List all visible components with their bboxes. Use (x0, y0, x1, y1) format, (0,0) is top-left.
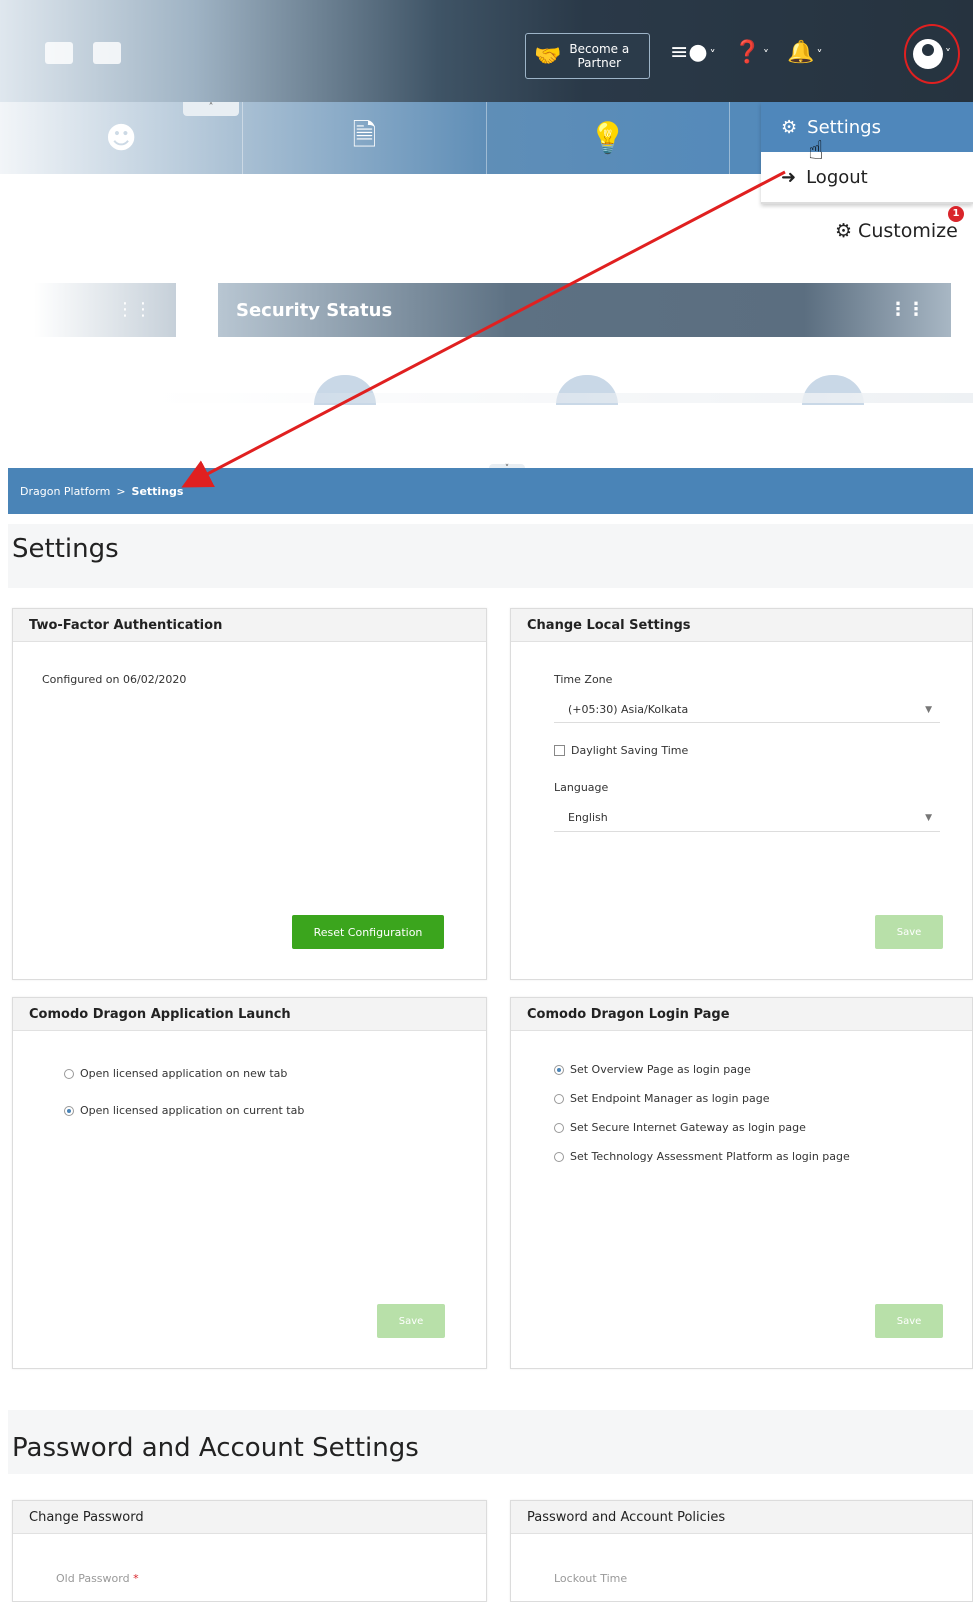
breadcrumb: Dragon Platform > Settings (8, 468, 973, 514)
required-mark: * (133, 1572, 139, 1585)
radio-button[interactable] (554, 1093, 564, 1104)
header-left-icons (45, 42, 121, 64)
dst-row: Daylight Saving Time (554, 744, 688, 757)
partner-line2: Partner (577, 56, 622, 70)
dst-checkbox[interactable] (554, 745, 565, 756)
chevron-down-icon: ˅ (945, 47, 951, 61)
gears-icon: ⚙ (835, 220, 853, 242)
security-status-widget: Security Status ⋮⋮ (218, 283, 951, 337)
dst-label: Daylight Saving Time (571, 744, 689, 757)
logout-icon: ➜ (781, 166, 797, 188)
title-band (8, 524, 973, 588)
radio-label: Set Technology Assessment Platform as lo… (570, 1150, 850, 1163)
page-title: Settings (12, 534, 119, 564)
breadcrumb-separator: > (116, 484, 126, 498)
user-menu-toggle[interactable]: ˅ (904, 24, 960, 84)
user-dropdown-menu: ⚙ Settings ➜ Logout (761, 102, 973, 204)
panel-title: Change Local Settings (511, 609, 972, 642)
radio-current-tab[interactable]: Open licensed application on current tab (64, 1104, 304, 1117)
caret-down-icon: ▼ (925, 812, 932, 823)
two-factor-panel: Two-Factor Authentication Configured on … (12, 608, 487, 980)
panel-title: Change Password (13, 1501, 486, 1534)
radio-secure-internet-gateway[interactable]: Set Secure Internet Gateway as login pag… (554, 1121, 806, 1134)
app-launch-panel: Comodo Dragon Application Launch Open li… (12, 997, 487, 1369)
timezone-select[interactable]: (+05:30) Asia/Kolkata ▼ (554, 697, 940, 723)
language-label: Language (554, 781, 609, 794)
save-login-page-button[interactable]: Save (875, 1304, 943, 1338)
partner-line1: Become a (569, 42, 630, 56)
radio-label: Set Secure Internet Gateway as login pag… (570, 1121, 806, 1134)
security-status-title: Security Status (236, 299, 393, 321)
timezone-label: Time Zone (554, 673, 613, 686)
save-local-settings-button[interactable]: Save (875, 915, 943, 949)
radio-label: Open licensed application on current tab (80, 1104, 305, 1117)
section-title: Password and Account Settings (12, 1433, 419, 1463)
breadcrumb-root[interactable]: Dragon Platform (20, 485, 110, 498)
login-page-panel: Comodo Dragon Login Page Set Overview Pa… (510, 997, 973, 1369)
two-factor-status: Configured on 06/02/2020 (42, 673, 187, 686)
file-download-icon[interactable]: 🗎 (243, 102, 487, 174)
drag-handle-icon[interactable]: ⋮⋮ (889, 299, 925, 320)
caret-down-icon: ▼ (925, 704, 932, 715)
list-clock-icon[interactable]: ≡● ˅ (670, 40, 716, 65)
panel-title: Comodo Dragon Login Page (511, 998, 972, 1031)
briefcase-icon[interactable] (93, 42, 121, 64)
change-password-panel: Change Password Old Password * (12, 1500, 487, 1602)
notification-badge: 1 (948, 206, 964, 222)
cart-icon[interactable] (45, 42, 73, 64)
radio-technology-assessment[interactable]: Set Technology Assessment Platform as lo… (554, 1150, 850, 1163)
menu-item-logout[interactable]: ➜ Logout (761, 152, 973, 204)
reset-configuration-button[interactable]: Reset Configuration (292, 915, 444, 949)
account-policies-panel: Password and Account Policies Lockout Ti… (510, 1500, 973, 1602)
lightbulb-icon[interactable]: 💡 (487, 102, 730, 174)
user-avatar-icon (913, 39, 943, 69)
top-header: 🤝 Become a Partner ≡● ˅ ❓ ˅ 🔔 ˅ ˅ (0, 0, 973, 102)
radio-label: Open licensed application on new tab (80, 1067, 288, 1080)
radio-endpoint-manager[interactable]: Set Endpoint Manager as login page (554, 1092, 769, 1105)
local-settings-panel: Change Local Settings Time Zone (+05:30)… (510, 608, 973, 980)
menu-item-settings[interactable]: ⚙ Settings (761, 102, 973, 152)
old-password-text: Old Password (56, 1572, 130, 1585)
breadcrumb-current: Settings (131, 484, 184, 498)
customize-label: Customize (858, 220, 958, 242)
widget-left: ⋮⋮ (34, 283, 176, 337)
radio-new-tab[interactable]: Open licensed application on new tab (64, 1067, 287, 1080)
lockout-time-label: Lockout Time (554, 1572, 628, 1585)
hand-cursor-icon: ☝ (808, 136, 824, 166)
radio-button[interactable] (64, 1068, 74, 1079)
panel-title: Two-Factor Authentication (13, 609, 486, 642)
bell-icon[interactable]: 🔔 ˅ (787, 40, 822, 65)
radio-button-selected[interactable] (554, 1064, 564, 1075)
menu-logout-label: Logout (806, 166, 868, 188)
menu-settings-label: Settings (807, 116, 881, 138)
timezone-value: (+05:30) Asia/Kolkata (568, 703, 689, 716)
customize-button[interactable]: ⚙ Customize (835, 220, 958, 242)
radio-button-selected[interactable] (64, 1105, 74, 1116)
collapse-handle[interactable]: ˄ (183, 102, 239, 116)
handshake-icon: 🤝 (534, 43, 562, 69)
become-partner-button[interactable]: 🤝 Become a Partner (525, 33, 650, 79)
radio-button[interactable] (554, 1122, 564, 1133)
help-icon[interactable]: ❓ ˅ (734, 40, 769, 65)
radio-overview-page[interactable]: Set Overview Page as login page (554, 1063, 751, 1076)
fade-divider (150, 393, 973, 403)
radio-label: Set Endpoint Manager as login page (570, 1092, 770, 1105)
gear-icon: ⚙ (781, 116, 798, 138)
language-value: English (568, 811, 608, 824)
old-password-label: Old Password * (56, 1572, 139, 1585)
radio-label: Set Overview Page as login page (570, 1063, 751, 1076)
language-select[interactable]: English ▼ (554, 804, 940, 832)
save-app-launch-button[interactable]: Save (377, 1304, 445, 1338)
panel-title: Password and Account Policies (511, 1501, 972, 1534)
header-tools: ≡● ˅ ❓ ˅ 🔔 ˅ (670, 40, 822, 65)
radio-button[interactable] (554, 1151, 564, 1162)
panel-title: Comodo Dragon Application Launch (13, 998, 486, 1031)
drag-handle-icon[interactable]: ⋮⋮ (116, 299, 152, 320)
